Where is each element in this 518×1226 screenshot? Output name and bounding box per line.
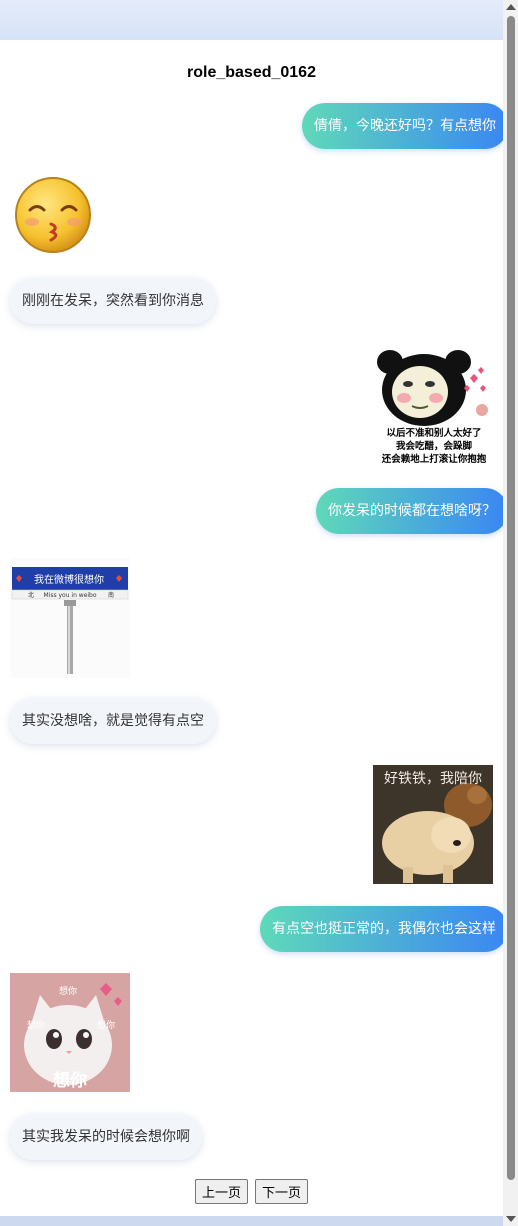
sign-main-text: 我在微博很想你 <box>34 573 104 586</box>
bot-message: 其实没想啥，就是觉得有点空 <box>10 698 216 744</box>
sign-left-text: 北 <box>28 591 34 599</box>
prev-page-button[interactable]: 上一页 <box>194 1179 248 1204</box>
panda-meme-sticker: 以后不准和别人太好了 我会吃醋，会跺脚 还会赖地上打滚让你抱抱 <box>374 348 494 468</box>
cat-label: 想你 <box>53 1070 87 1091</box>
user-message: 倩倩，今晚还好吗？有点想你 <box>302 103 508 149</box>
panda-caption-line: 以后不准和别人太好了 <box>386 427 481 439</box>
cat-label: 想你 <box>97 1019 115 1031</box>
dogs-caption: 好铁铁，我陪你 <box>384 771 482 787</box>
kissing-face-emoji <box>12 176 94 254</box>
bot-message: 刚刚在发呆，突然看到你消息 <box>10 278 216 324</box>
vertical-scrollbar[interactable] <box>503 0 518 1226</box>
top-background-band <box>0 0 503 40</box>
sign-sub-text: Miss you in weibo <box>43 592 96 599</box>
scrollbar-thumb[interactable] <box>507 16 515 1180</box>
cat-miss-you-sticker: 想你 想你 想你 想你 <box>10 973 130 1092</box>
chat-title: role_based_0162 <box>187 64 316 81</box>
panda-caption-line: 我会吃醋，会跺脚 <box>396 440 473 452</box>
cat-label: 想你 <box>59 985 77 997</box>
cat-label: 想你 <box>27 1019 45 1031</box>
weibo-sign-sticker: 我在微博很想你 北 Miss you in weibo 南 <box>10 558 130 678</box>
next-page-button[interactable]: 下一页 <box>255 1179 309 1204</box>
sign-right-text: 南 <box>108 591 114 599</box>
pagination: 上一页 下一页 <box>0 1179 503 1204</box>
bot-message: 其实我发呆的时候会想你啊 <box>10 1114 202 1160</box>
scroll-down-arrow-icon[interactable] <box>506 1216 516 1222</box>
user-message: 你发呆的时候都在想啥呀？ <box>316 488 508 534</box>
panda-caption-line: 还会赖地上打滚让你抱抱 <box>381 453 487 465</box>
bottom-background-band <box>0 1216 503 1226</box>
scroll-up-arrow-icon[interactable] <box>506 4 516 10</box>
dogs-photo-sticker: 好铁铁，我陪你 <box>373 765 493 884</box>
user-message: 有点空也挺正常的，我偶尔也会这样 <box>260 906 508 952</box>
